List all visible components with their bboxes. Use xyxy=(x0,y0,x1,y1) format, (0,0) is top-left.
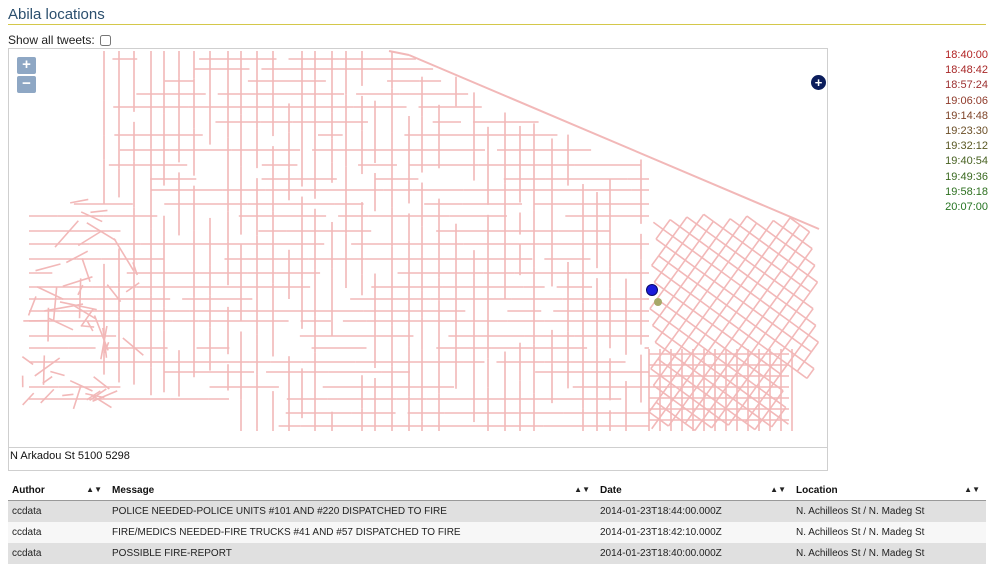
table-row[interactable]: ccdata POSSIBLE FIRE-REPORT 2014-01-23T1… xyxy=(8,543,986,564)
show-all-label: Show all tweets: xyxy=(8,33,95,47)
time-label: 19:40:54 xyxy=(945,155,988,168)
message-cell: POLICE NEEDED-POLICE UNITS #101 AND #220… xyxy=(108,500,596,522)
message-cell: POSSIBLE FIRE-REPORT xyxy=(108,543,596,564)
expand-layers-button[interactable]: + xyxy=(811,75,826,90)
tweets-table: Author ▲▼ Message ▲▼ Date ▲▼ Location ▲▼ ccd… xyxy=(8,481,986,564)
time-label: 19:58:18 xyxy=(945,185,988,198)
location-cell: N. Achilleos St / N. Madeg St xyxy=(792,543,986,564)
page-title: Abila locations xyxy=(8,6,105,23)
title-rule xyxy=(8,24,986,25)
time-label: 19:32:12 xyxy=(945,140,988,153)
time-legend: 18:40:00 18:48:42 18:57:24 19:06:06 19:14:48… xyxy=(938,48,988,215)
sort-icon[interactable]: ▲▼ xyxy=(964,485,980,494)
time-label: 19:14:48 xyxy=(945,109,988,122)
sort-icon[interactable]: ▲▼ xyxy=(574,485,590,494)
message-cell: FIRE/MEDICS NEEDED-FIRE TRUCKS #41 AND #… xyxy=(108,522,596,543)
author-cell: ccdata xyxy=(8,500,108,522)
time-label: 18:57:24 xyxy=(945,79,988,92)
column-author[interactable]: Author ▲▼ xyxy=(8,481,108,501)
table-row[interactable]: ccdata POLICE NEEDED-POLICE UNITS #101 A… xyxy=(8,500,986,522)
tweet-marker[interactable] xyxy=(654,298,662,306)
sort-icon[interactable]: ▲▼ xyxy=(770,485,786,494)
table-header-row: Author ▲▼ Message ▲▼ Date ▲▼ Location ▲▼ xyxy=(8,481,986,501)
show-all-toggle[interactable]: Show all tweets: xyxy=(8,33,111,47)
time-label: 19:23:30 xyxy=(945,124,988,137)
column-location[interactable]: Location ▲▼ xyxy=(792,481,986,501)
sort-icon[interactable]: ▲▼ xyxy=(86,485,102,494)
address-readout: N Arkadou St 5100 5298 xyxy=(8,447,828,471)
zoom-out-button[interactable]: − xyxy=(17,76,36,93)
location-cell: N. Achilleos St / N. Madeg St xyxy=(792,500,986,522)
show-all-checkbox[interactable] xyxy=(99,34,111,46)
author-cell: ccdata xyxy=(8,522,108,543)
location-cell: N. Achilleos St / N. Madeg St xyxy=(792,522,986,543)
time-label: 19:06:06 xyxy=(945,94,988,107)
map-view[interactable]: + − + xyxy=(8,48,828,448)
table-row[interactable]: ccdata FIRE/MEDICS NEEDED-FIRE TRUCKS #4… xyxy=(8,522,986,543)
date-cell: 2014-01-23T18:44:00.000Z xyxy=(596,500,792,522)
zoom-in-button[interactable]: + xyxy=(17,57,36,74)
column-message[interactable]: Message ▲▼ xyxy=(108,481,596,501)
street-map[interactable] xyxy=(9,49,827,447)
time-label: 19:49:36 xyxy=(945,170,988,183)
time-label: 18:48:42 xyxy=(945,64,988,77)
address-text: N Arkadou St 5100 5298 xyxy=(10,450,130,462)
time-label: 20:07:00 xyxy=(945,200,988,213)
column-date[interactable]: Date ▲▼ xyxy=(596,481,792,501)
date-cell: 2014-01-23T18:40:00.000Z xyxy=(596,543,792,564)
tweet-marker[interactable] xyxy=(646,284,658,296)
date-cell: 2014-01-23T18:42:10.000Z xyxy=(596,522,792,543)
author-cell: ccdata xyxy=(8,543,108,564)
time-label: 18:40:00 xyxy=(945,49,988,61)
